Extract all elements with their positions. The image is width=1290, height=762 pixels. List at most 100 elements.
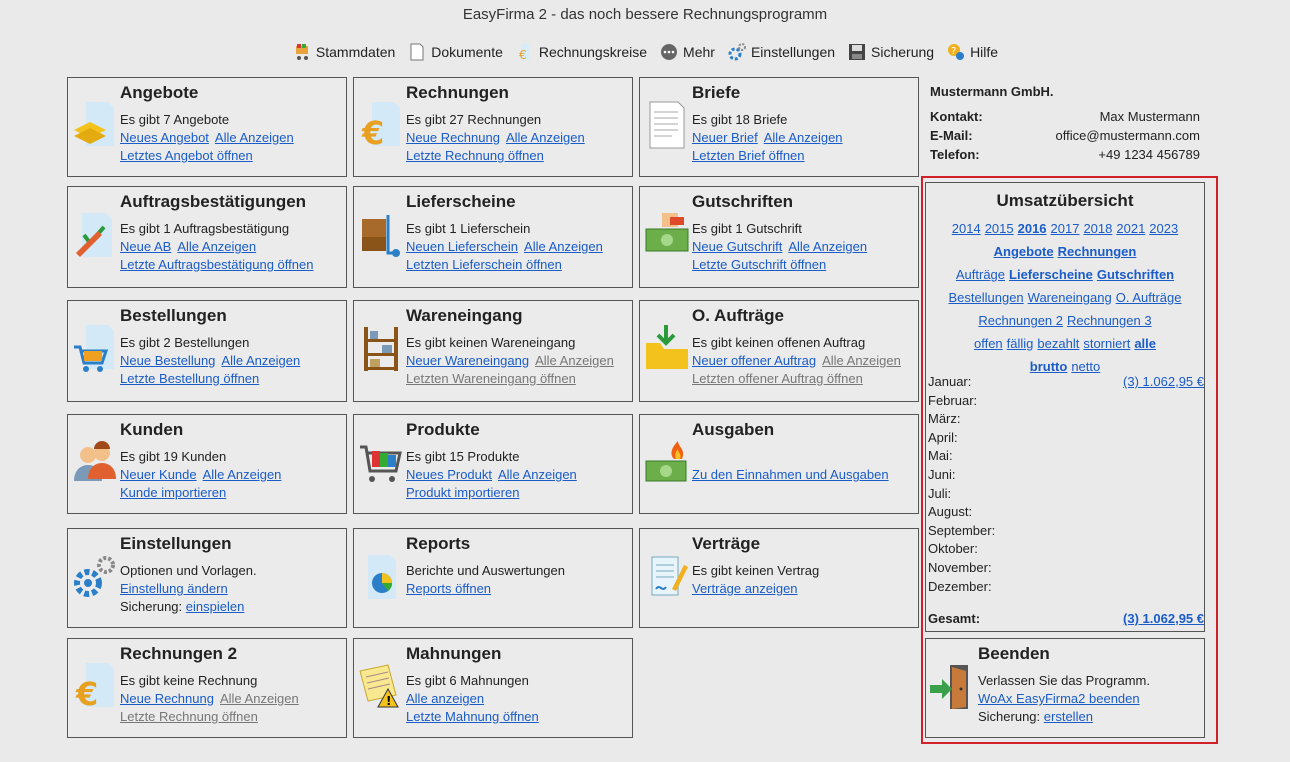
- new-order-link[interactable]: Neue Bestellung: [120, 353, 215, 368]
- year-links: 2014 2015 2016 2017 2018 2021 2023: [926, 217, 1204, 240]
- doctype-rechnungen-2[interactable]: Rechnungen 2: [978, 313, 1063, 328]
- show-all-link[interactable]: Alle Anzeigen: [524, 239, 603, 254]
- show-all-link[interactable]: Alle Anzeigen: [788, 239, 867, 254]
- month-row: Februar:: [928, 392, 1204, 411]
- new-invoice-link[interactable]: Neue Rechnung: [406, 130, 500, 145]
- quit-app-link[interactable]: WoAx EasyFirma2 beenden: [978, 691, 1140, 706]
- new-offer-link[interactable]: Neues Angebot: [120, 130, 209, 145]
- show-all-link[interactable]: Alle Anzeigen: [498, 467, 577, 482]
- toolbar-hilfe[interactable]: ? Hilfe: [946, 42, 998, 62]
- new-product-link[interactable]: Neues Produkt: [406, 467, 492, 482]
- toolbar-sicherung[interactable]: Sicherung: [847, 42, 934, 62]
- status-storniert[interactable]: storniert: [1083, 336, 1130, 351]
- new-goods-receipt-link[interactable]: Neuer Wareneingang: [406, 353, 529, 368]
- doctype-rechnungen-3[interactable]: Rechnungen 3: [1067, 313, 1152, 328]
- euro-document-icon: €: [515, 42, 535, 62]
- amount-brutto[interactable]: brutto: [1030, 359, 1068, 374]
- create-backup-link[interactable]: erstellen: [1044, 709, 1093, 724]
- change-settings-link[interactable]: Einstellung ändern: [120, 581, 228, 596]
- open-last-link[interactable]: Letzte Rechnung öffnen: [120, 709, 258, 724]
- show-all-link[interactable]: Alle anzeigen: [406, 691, 484, 706]
- import-customer-link[interactable]: Kunde importieren: [120, 485, 226, 500]
- open-last-link[interactable]: Letzte Rechnung öffnen: [406, 148, 544, 163]
- month-row: Juli:: [928, 485, 1204, 504]
- year-link-2021[interactable]: 2021: [1116, 221, 1145, 236]
- status-bezahlt[interactable]: bezahlt: [1037, 336, 1079, 351]
- doctype-gutschriften[interactable]: Gutschriften: [1097, 267, 1174, 282]
- month-name: August:: [928, 504, 973, 520]
- tile-desc: Es gibt 7 Angebote: [120, 112, 230, 127]
- doctype-angebote[interactable]: Angebote: [994, 244, 1054, 259]
- new-invoice-link[interactable]: Neue Rechnung: [120, 691, 214, 706]
- show-all-link[interactable]: Alle Anzeigen: [535, 353, 614, 368]
- new-delivery-note-link[interactable]: Neuen Lieferschein: [406, 239, 518, 254]
- open-last-link[interactable]: Letzten Lieferschein öffnen: [406, 257, 562, 272]
- restore-backup-link[interactable]: einspielen: [186, 599, 245, 614]
- year-link-2015[interactable]: 2015: [985, 221, 1014, 236]
- letter-icon: [644, 100, 690, 150]
- open-last-link[interactable]: Letzten Wareneingang öffnen: [406, 371, 576, 386]
- tile-desc: Es gibt 19 Kunden: [120, 449, 227, 464]
- year-link-2018[interactable]: 2018: [1083, 221, 1112, 236]
- status-alle[interactable]: alle: [1134, 336, 1156, 351]
- show-all-link[interactable]: Alle Anzeigen: [220, 691, 299, 706]
- total-value-link[interactable]: (3) 1.062,95 €: [1123, 611, 1204, 626]
- shelf-icon: [358, 323, 404, 373]
- tile-vertraege: Verträge Es gibt keinen Vertrag Verträge…: [639, 528, 919, 628]
- doctype-o-auftraege[interactable]: O. Aufträge: [1116, 290, 1182, 305]
- tile-desc: Es gibt 1 Auftragsbestätigung: [120, 221, 290, 236]
- show-contracts-link[interactable]: Verträge anzeigen: [692, 581, 798, 596]
- year-link-2016[interactable]: 2016: [1018, 221, 1047, 236]
- year-link-2023[interactable]: 2023: [1149, 221, 1178, 236]
- company-info: Mustermann GmbH. Kontakt: Max Mustermann …: [930, 84, 1200, 164]
- tile-desc: Es gibt 15 Produkte: [406, 449, 520, 464]
- toolbar-einstellungen[interactable]: Einstellungen: [727, 42, 835, 62]
- contract-icon: [644, 551, 690, 601]
- tile-title: Wareneingang: [406, 306, 523, 325]
- show-all-link[interactable]: Alle Anzeigen: [177, 239, 256, 254]
- toolbar-mehr[interactable]: Mehr: [659, 42, 715, 62]
- doctype-rechnungen[interactable]: Rechnungen: [1058, 244, 1137, 259]
- toolbar-dokumente[interactable]: Dokumente: [407, 42, 503, 62]
- show-all-link[interactable]: Alle Anzeigen: [506, 130, 585, 145]
- month-value-link[interactable]: (3) 1.062,95 €: [1123, 373, 1204, 392]
- open-last-link[interactable]: Letzten offener Auftrag öffnen: [692, 371, 863, 386]
- open-last-link[interactable]: Letzte Bestellung öffnen: [120, 371, 259, 386]
- new-customer-link[interactable]: Neuer Kunde: [120, 467, 197, 482]
- status-faellig[interactable]: fällig: [1007, 336, 1034, 351]
- doctype-bestellungen[interactable]: Bestellungen: [948, 290, 1023, 305]
- status-offen[interactable]: offen: [974, 336, 1003, 351]
- new-ab-link[interactable]: Neue AB: [120, 239, 171, 254]
- amount-netto[interactable]: netto: [1071, 359, 1100, 374]
- open-last-link[interactable]: Letztes Angebot öffnen: [120, 148, 253, 163]
- show-all-link[interactable]: Alle Anzeigen: [764, 130, 843, 145]
- document-icon: [407, 42, 427, 62]
- toolbar-stammdaten[interactable]: Stammdaten: [292, 42, 395, 62]
- tile-title: Bestellungen: [120, 306, 227, 325]
- doctype-auftraege[interactable]: Aufträge: [956, 267, 1005, 282]
- new-credit-note-link[interactable]: Neue Gutschrift: [692, 239, 782, 254]
- month-row: April:: [928, 429, 1204, 448]
- open-reports-link[interactable]: Reports öffnen: [406, 581, 491, 596]
- doctype-wareneingang[interactable]: Wareneingang: [1028, 290, 1112, 305]
- open-last-link[interactable]: Letzten Brief öffnen: [692, 148, 805, 163]
- svg-text:€: €: [75, 675, 98, 711]
- open-last-link[interactable]: Letzte Auftragsbestätigung öffnen: [120, 257, 313, 272]
- doctype-lieferscheine[interactable]: Lieferscheine: [1009, 267, 1093, 282]
- month-row: Juni:: [928, 466, 1204, 485]
- toolbar-rechnungskreise[interactable]: € Rechnungskreise: [515, 42, 647, 62]
- income-expenses-link[interactable]: Zu den Einnahmen und Ausgaben: [692, 467, 889, 482]
- show-all-link[interactable]: Alle Anzeigen: [215, 130, 294, 145]
- year-link-2017[interactable]: 2017: [1051, 221, 1080, 236]
- show-all-link[interactable]: Alle Anzeigen: [203, 467, 282, 482]
- order-confirmation-icon: [72, 209, 118, 259]
- tile-desc: Es gibt 1 Gutschrift: [692, 221, 802, 236]
- open-last-link[interactable]: Letzte Gutschrift öffnen: [692, 257, 826, 272]
- open-last-link[interactable]: Letzte Mahnung öffnen: [406, 709, 539, 724]
- import-product-link[interactable]: Produkt importieren: [406, 485, 519, 500]
- year-link-2014[interactable]: 2014: [952, 221, 981, 236]
- show-all-link[interactable]: Alle Anzeigen: [221, 353, 300, 368]
- show-all-link[interactable]: Alle Anzeigen: [822, 353, 901, 368]
- new-open-order-link[interactable]: Neuer offener Auftrag: [692, 353, 816, 368]
- new-letter-link[interactable]: Neuer Brief: [692, 130, 758, 145]
